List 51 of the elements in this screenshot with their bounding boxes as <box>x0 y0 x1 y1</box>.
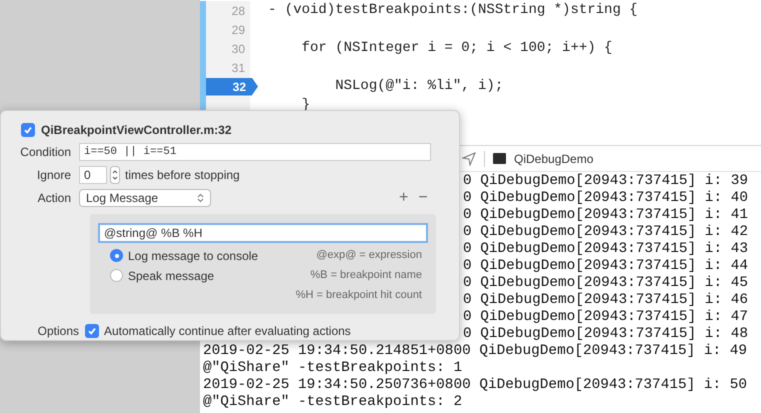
console-line: 0 QiDebugDemo[20943:737415] i: 40 <box>463 190 748 206</box>
code-line: NSLog(@"i: %li", i); <box>334 77 504 96</box>
radio-button[interactable] <box>110 249 123 262</box>
placeholder-hint: %B = breakpoint name <box>310 268 422 283</box>
action-dropdown[interactable]: Log Message <box>79 189 211 207</box>
options-label: Options <box>36 323 80 340</box>
process-name[interactable]: QiDebugDemo <box>514 150 594 168</box>
line-number: 31 <box>232 60 245 76</box>
console-line: 0 QiDebugDemo[20943:737415] i: 42 <box>463 224 748 240</box>
console-line: 0 QiDebugDemo[20943:737415] i: 46 <box>463 292 748 308</box>
radio-button[interactable] <box>110 269 123 282</box>
console-line: 2019-02-25 19:34:50.214851+0800 QiDebugDemo[20943:737415] i: 49 <box>203 343 748 359</box>
ignore-label: Ignore <box>36 167 72 184</box>
console-line: 0 QiDebugDemo[20943:737415] i: 43 <box>463 241 748 257</box>
console-line: @"QiShare" -testBreakpoints: 1 <box>203 360 462 376</box>
auto-continue-label: Automatically continue after evaluating actions <box>104 323 351 340</box>
terminal-icon <box>493 153 506 164</box>
console-line: 0 QiDebugDemo[20943:737415] i: 48 <box>463 326 748 342</box>
console-line: 0 QiDebugDemo[20943:737415] i: 39 <box>463 173 748 189</box>
line-number: 30 <box>232 40 245 58</box>
remove-action-button[interactable]: − <box>418 190 428 206</box>
placeholder-hint: @exp@ = expression <box>316 248 422 263</box>
chevron-updown-icon <box>197 193 204 203</box>
checkmark-icon <box>87 326 97 336</box>
breakpoint-marker[interactable]: 32 <box>206 78 258 96</box>
location-arrow-icon[interactable] <box>462 152 476 166</box>
condition-field[interactable]: i==50 || i==51 <box>79 143 431 161</box>
stepper-icon[interactable] <box>110 166 120 184</box>
radio-label: Log message to console <box>128 248 258 264</box>
console-line: 2019-02-25 19:34:50.250736+0800 QiDebugDemo[20943:737415] i: 50 <box>203 377 748 393</box>
checkbox[interactable] <box>85 324 99 338</box>
console-line: 0 QiDebugDemo[20943:737415] i: 45 <box>463 275 748 291</box>
placeholder-hint: %H = breakpoint hit count <box>296 288 422 303</box>
code-line: for (NSInteger i = 0; i < 100; i++) { <box>300 39 612 58</box>
condition-label: Condition <box>19 144 72 161</box>
message-field[interactable]: @string@ %B %H <box>98 223 428 243</box>
line-number: 28 <box>232 2 245 20</box>
checkmark-icon <box>23 125 33 135</box>
ignore-field[interactable]: 0 <box>79 166 107 184</box>
add-action-button[interactable]: + <box>399 190 408 206</box>
console-line: @"QiShare" -testBreakpoints: 2 <box>203 394 462 410</box>
breakpoint-title: QiBreakpointViewController.m:32 <box>41 122 232 139</box>
console-line: 0 QiDebugDemo[20943:737415] i: 47 <box>463 309 748 325</box>
console-line: 0 QiDebugDemo[20943:737415] i: 44 <box>463 258 748 274</box>
line-number: 29 <box>232 22 245 38</box>
ignore-suffix: times before stopping <box>125 167 240 184</box>
radio-label: Speak message <box>128 268 214 284</box>
console-line: 0 QiDebugDemo[20943:737415] i: 41 <box>463 207 748 223</box>
code-line: - (void)testBreakpoints:(NSString *)string { <box>268 1 638 20</box>
action-label: Action <box>36 190 72 207</box>
checkbox[interactable] <box>21 123 35 137</box>
